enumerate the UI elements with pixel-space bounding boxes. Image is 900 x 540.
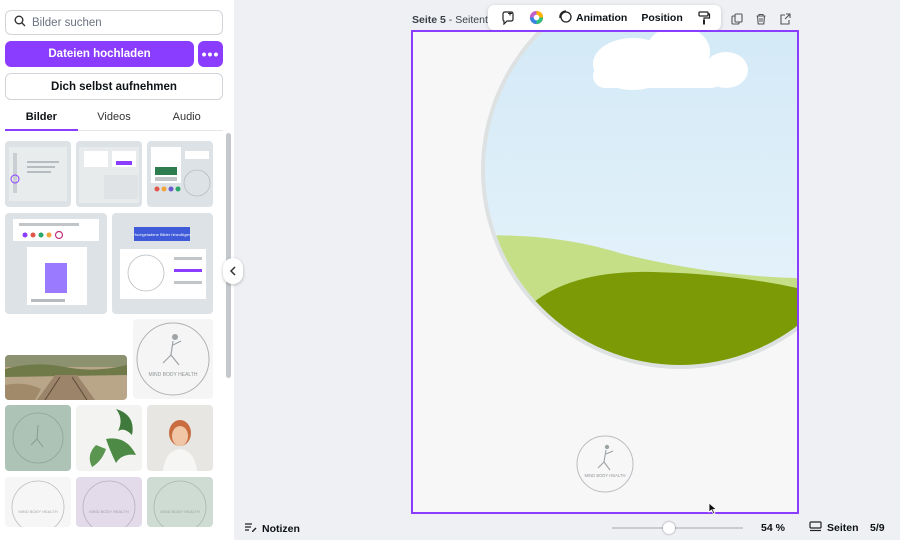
side-panel: Dateien hochladen ••• Dich selbst aufneh… — [0, 0, 234, 540]
page-actions — [730, 12, 792, 26]
brand-logo[interactable]: MIND BODY HEALTH — [576, 435, 634, 493]
collapse-chevron-icon[interactable] — [223, 258, 243, 284]
svg-text:Hochgeladene Bilder hinzufügen: Hochgeladene Bilder hinzufügen — [133, 232, 191, 237]
share-icon[interactable] — [778, 12, 792, 26]
image-thumbnail[interactable] — [5, 355, 127, 400]
image-thumbnail[interactable] — [5, 141, 71, 207]
search-input[interactable] — [32, 16, 212, 29]
image-thumbnail[interactable]: MIND BODY HEALTH — [133, 319, 213, 399]
image-thumbnail[interactable] — [5, 213, 107, 314]
image-thumbnail[interactable]: MIND BODY HEALTH — [76, 477, 142, 527]
image-thumbnail[interactable]: MIND BODY HEALTH — [5, 477, 71, 527]
context-toolbar: Animation Position — [488, 5, 721, 30]
notes-label: Notizen — [262, 522, 300, 535]
trash-icon[interactable] — [754, 12, 768, 26]
tab-images[interactable]: Bilder — [5, 106, 78, 131]
image-thumbnail[interactable] — [76, 141, 142, 207]
page-title[interactable]: Seite 5 - Seitentit — [412, 14, 493, 26]
position-button[interactable]: Position — [634, 5, 689, 30]
animation-icon — [558, 9, 572, 26]
zoom-slider-track[interactable] — [612, 527, 743, 529]
pages-button[interactable]: Seiten — [809, 521, 859, 535]
panel-scrollbar[interactable] — [226, 133, 231, 378]
upload-files-button[interactable]: Dateien hochladen — [5, 41, 194, 67]
image-thumbnail[interactable]: MIND BODY HEALTH — [147, 477, 213, 527]
page-counter[interactable]: 5/9 — [870, 522, 885, 534]
paint-roller-icon[interactable] — [690, 5, 718, 30]
notes-button[interactable]: Notizen — [244, 521, 300, 536]
comment-plus-icon[interactable] — [494, 5, 522, 30]
record-yourself-button[interactable]: Dich selbst aufnehmen — [5, 73, 223, 100]
thumb-logo-text: MIND BODY HEALTH — [149, 372, 198, 378]
design-page[interactable]: MIND BODY HEALTH — [411, 30, 799, 514]
search-icon — [14, 14, 26, 32]
search-box[interactable] — [5, 10, 223, 35]
zoom-slider-handle[interactable] — [663, 522, 675, 534]
color-wheel-icon[interactable] — [522, 5, 551, 30]
image-thumbnail[interactable] — [147, 141, 213, 207]
page-number-label: Seite 5 — [412, 14, 446, 26]
image-thumbnail[interactable] — [5, 405, 71, 471]
logo-text: MIND BODY HEALTH — [584, 473, 625, 478]
image-thumbnail[interactable]: Hochgeladene Bilder hinzufügen — [112, 213, 213, 314]
image-thumbnail[interactable] — [147, 405, 213, 471]
more-icon[interactable]: ••• — [198, 41, 223, 67]
page-title-text: - Seitentit — [445, 14, 494, 26]
animation-button[interactable]: Animation — [551, 5, 634, 30]
dark-green-hill — [523, 271, 797, 365]
pages-label: Seiten — [827, 522, 859, 534]
svg-text:MIND BODY HEALTH: MIND BODY HEALTH — [160, 509, 199, 514]
svg-text:MIND BODY HEALTH: MIND BODY HEALTH — [18, 509, 57, 514]
tab-videos[interactable]: Videos — [78, 106, 151, 130]
notes-icon — [244, 521, 257, 536]
pages-icon — [809, 521, 822, 535]
svg-text:MIND BODY HEALTH: MIND BODY HEALTH — [89, 509, 128, 514]
bottom-bar: Notizen 54 % Seiten 5/9 — [234, 516, 900, 540]
duplicate-icon[interactable] — [730, 12, 744, 26]
zoom-level[interactable]: 54 % — [761, 522, 785, 534]
media-tabs: Bilder Videos Audio — [5, 106, 223, 131]
animation-label: Animation — [576, 11, 628, 24]
tab-audio[interactable]: Audio — [150, 106, 223, 130]
image-thumbnail[interactable] — [76, 405, 142, 471]
